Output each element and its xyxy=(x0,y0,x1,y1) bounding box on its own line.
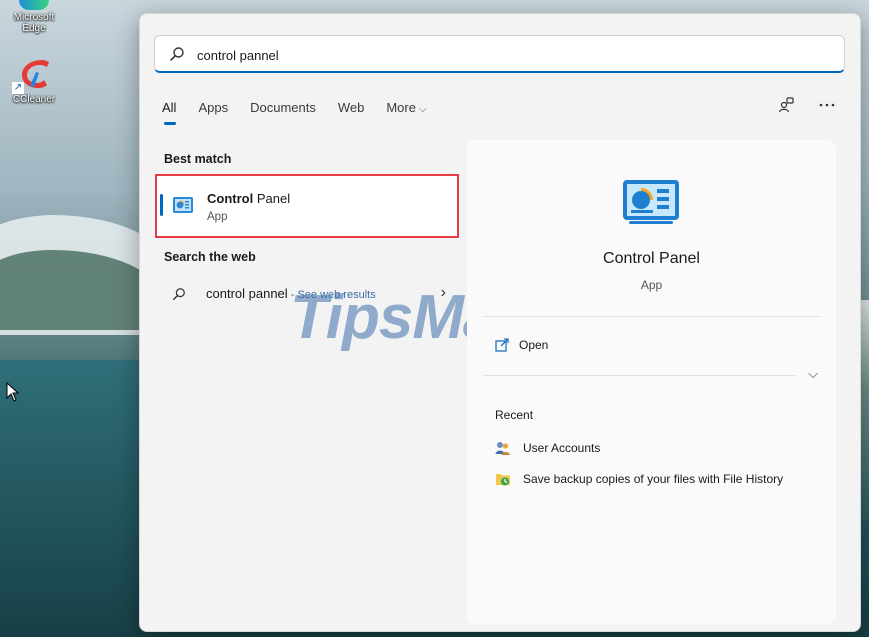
divider xyxy=(483,316,820,317)
detail-title: Control Panel xyxy=(603,250,700,267)
panel-actions xyxy=(778,96,836,114)
recent-item-file-history[interactable]: Save backup copies of your files with Fi… xyxy=(495,471,783,487)
tab-all[interactable]: All xyxy=(162,100,177,125)
tab-documents[interactable]: Documents xyxy=(250,100,316,124)
open-action[interactable]: Open xyxy=(495,338,548,352)
chevron-right-icon: › xyxy=(440,284,446,301)
result-subtitle: App xyxy=(207,211,228,223)
desktop-icon-label: CCleaner xyxy=(12,94,56,105)
control-panel-icon xyxy=(173,197,193,213)
recent-heading: Recent xyxy=(495,408,534,422)
recent-item-label: Save backup copies of your files with Fi… xyxy=(523,472,784,486)
share-account-icon[interactable] xyxy=(778,96,796,114)
best-match-heading: Best match xyxy=(164,152,232,166)
desktop-icon-ccleaner[interactable]: ↗ CCleaner xyxy=(8,56,60,105)
user-accounts-icon xyxy=(495,442,510,455)
start-search-panel: All Apps Documents Web More⌵ Best match … xyxy=(139,13,861,632)
mouse-cursor-icon xyxy=(6,382,20,402)
shortcut-arrow-icon: ↗ xyxy=(12,82,24,94)
tab-more[interactable]: More ⌵ xyxy=(386,100,426,124)
search-input[interactable] xyxy=(195,44,799,66)
search-web-heading: Search the web xyxy=(164,250,256,264)
result-title: Control Panel xyxy=(207,191,290,206)
open-icon xyxy=(495,338,509,352)
recent-item-user-accounts[interactable]: User Accounts xyxy=(495,440,600,456)
edge-icon xyxy=(19,0,49,10)
recent-item-label: User Accounts xyxy=(523,441,601,455)
detail-subtitle: App xyxy=(640,278,663,292)
search-tabs: All Apps Documents Web More ⌵ xyxy=(162,100,449,125)
control-panel-icon xyxy=(623,180,679,224)
search-icon xyxy=(170,47,184,61)
web-query: control pannel - See web results xyxy=(206,286,376,301)
divider xyxy=(483,375,796,376)
web-query-text: control pannel xyxy=(206,286,288,301)
search-icon xyxy=(173,288,185,300)
result-title-bold: Control xyxy=(207,191,254,206)
search-box[interactable] xyxy=(154,35,845,73)
desktop-icon-label: Edge xyxy=(22,23,46,34)
desktop-icon-edge[interactable]: Microsoft Edge xyxy=(8,0,60,34)
result-title-rest: Panel xyxy=(253,191,291,206)
web-search-result[interactable]: control pannel - See web results › xyxy=(164,282,446,308)
open-label: Open xyxy=(519,338,549,352)
ccleaner-icon: ↗ xyxy=(12,56,52,94)
tab-apps[interactable]: Apps xyxy=(198,100,228,124)
detail-pane: Control Panel App Open ⌵ Recent User Acc… xyxy=(467,140,836,624)
selection-indicator xyxy=(160,194,163,216)
web-results-hint: - See web results xyxy=(287,289,376,301)
chevron-down-icon[interactable]: ⌵ xyxy=(808,366,818,382)
best-match-result[interactable]: Control Panel App xyxy=(155,174,459,238)
tab-web[interactable]: Web xyxy=(338,100,365,124)
file-history-icon xyxy=(496,474,510,486)
chevron-down-icon: ⌵ xyxy=(418,104,427,115)
desktop-icon-label: Microsoft xyxy=(13,12,55,23)
tab-more-label: More xyxy=(386,100,416,115)
more-options-icon[interactable] xyxy=(818,96,836,114)
